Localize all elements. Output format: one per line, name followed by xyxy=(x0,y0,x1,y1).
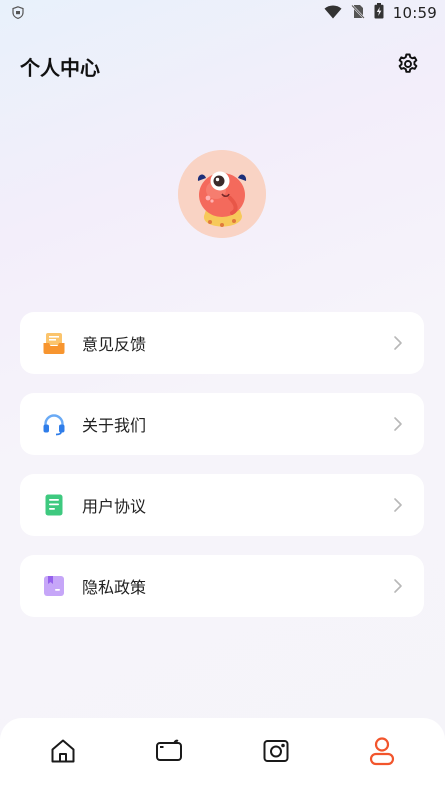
status-right: 10:59 xyxy=(324,3,437,23)
tab-profile[interactable] xyxy=(352,728,412,778)
shield-notification-icon xyxy=(12,4,24,23)
chevron-right-icon xyxy=(390,335,406,351)
document-icon xyxy=(42,493,66,517)
camera-icon xyxy=(262,737,290,769)
user-icon xyxy=(368,736,396,770)
menu-item-label: 意见反馈 xyxy=(82,335,147,354)
tab-camera[interactable] xyxy=(246,728,306,778)
chevron-right-icon xyxy=(390,416,406,432)
video-icon xyxy=(155,737,183,769)
chevron-right-icon xyxy=(390,497,406,513)
settings-button[interactable] xyxy=(393,51,423,81)
page-title: 个人中心 xyxy=(20,55,100,80)
menu-item-label: 关于我们 xyxy=(82,416,147,435)
status-time: 10:59 xyxy=(392,4,437,22)
home-icon xyxy=(49,737,77,769)
tab-home[interactable] xyxy=(33,728,93,778)
menu-list: 意见反馈 关于我们 用户协议 隐私政策 xyxy=(20,312,424,636)
tab-video[interactable] xyxy=(139,728,199,778)
bottom-tab-bar xyxy=(0,718,445,792)
header: 个人中心 xyxy=(0,44,445,88)
feedback-inbox-icon xyxy=(42,331,66,355)
battery-charging-icon xyxy=(374,3,384,23)
wifi-icon xyxy=(324,4,342,23)
chevron-right-icon xyxy=(390,578,406,594)
menu-item-label: 隐私政策 xyxy=(82,578,147,597)
headset-icon xyxy=(42,412,66,436)
privacy-folder-icon xyxy=(42,574,66,598)
menu-item-about-us[interactable]: 关于我们 xyxy=(20,393,424,455)
gear-icon xyxy=(396,52,420,80)
menu-item-feedback[interactable]: 意见反馈 xyxy=(20,312,424,374)
menu-item-user-agreement[interactable]: 用户协议 xyxy=(20,474,424,536)
status-left xyxy=(12,4,24,23)
menu-item-label: 用户协议 xyxy=(82,497,147,516)
avatar[interactable] xyxy=(178,150,266,238)
menu-item-privacy-policy[interactable]: 隐私政策 xyxy=(20,555,424,617)
no-sim-icon xyxy=(350,4,365,23)
status-bar: 10:59 xyxy=(0,0,445,26)
monster-avatar-icon xyxy=(178,150,266,238)
